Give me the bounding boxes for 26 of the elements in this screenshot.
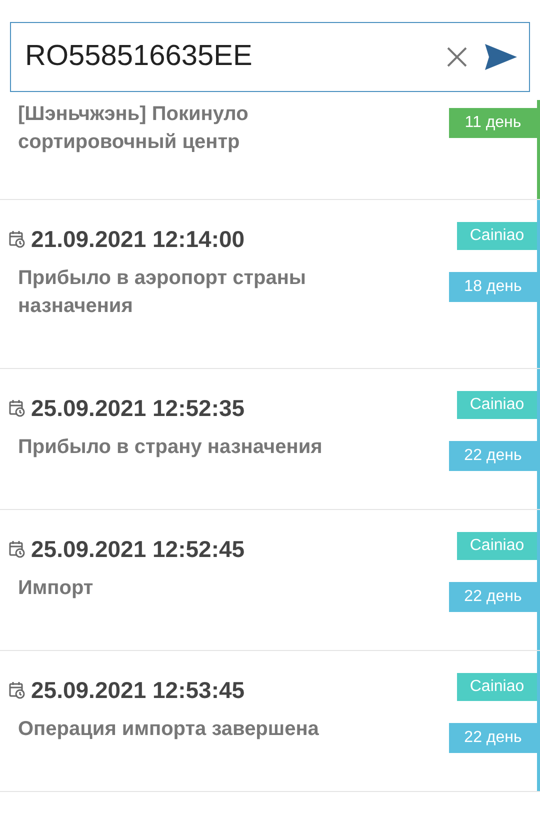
days-tag: 22 день: [449, 582, 537, 612]
calendar-clock-icon: [9, 540, 25, 558]
days-tag: 11 день: [449, 108, 537, 138]
carrier-tag: Cainiao: [457, 532, 537, 560]
days-tag: 22 день: [449, 723, 537, 753]
calendar-clock-icon: [9, 230, 25, 248]
send-icon[interactable]: [485, 43, 517, 71]
carrier-tag: Cainiao: [457, 222, 537, 250]
carrier-tag: Cainiao: [457, 391, 537, 419]
search-input[interactable]: RO558516635EE: [25, 35, 445, 79]
days-tag: 22 день: [449, 441, 537, 471]
search-field[interactable]: RO558516635EE: [10, 22, 530, 92]
event-description: Прибыло в аэропорт страны назначения: [18, 266, 308, 319]
carrier-tag: Cainiao: [457, 673, 537, 701]
close-icon[interactable]: [445, 45, 469, 69]
event-description: Импорт: [18, 576, 94, 601]
event-description: Операция импорта завершена: [18, 717, 320, 742]
event-date: 25.09.2021 12:52:45: [31, 535, 245, 564]
event-date: 21.09.2021 12:14:00: [31, 225, 245, 254]
event-date: 25.09.2021 12:52:35: [31, 394, 245, 423]
calendar-clock-icon: [9, 399, 25, 417]
days-tag: 18 день: [449, 272, 537, 302]
event-description: [Шэньчжэнь] Покинуло сортировочный центр: [18, 102, 250, 155]
calendar-clock-icon: [9, 681, 25, 699]
event-description: Прибыло в страну назначения: [18, 435, 324, 460]
event-date: 25.09.2021 12:53:45: [31, 676, 245, 705]
